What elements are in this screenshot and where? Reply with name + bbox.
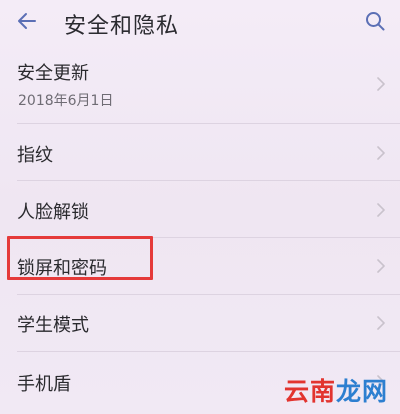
chevron-right-icon bbox=[377, 77, 385, 91]
watermark: 云南龙网 bbox=[284, 372, 388, 408]
search-icon bbox=[366, 12, 385, 31]
settings-list: 安全更新 2018年6月1日 指纹 人脸解锁 锁屏和密码 学生模式 手机盾 bbox=[0, 44, 400, 414]
watermark-part1: 云南 bbox=[283, 377, 336, 406]
list-item-face-unlock[interactable]: 人脸解锁 bbox=[0, 181, 400, 238]
list-item-security-update[interactable]: 安全更新 2018年6月1日 bbox=[0, 44, 400, 124]
list-item-fingerprint[interactable]: 指纹 bbox=[0, 124, 400, 181]
settings-screen: 安全和隐私 安全更新 2018年6月1日 指纹 人脸解锁 锁屏和密码 学生模式 … bbox=[0, 0, 400, 414]
item-label: 锁屏和密码 bbox=[17, 258, 107, 279]
item-label: 安全更新 bbox=[17, 63, 89, 84]
list-item-lock-screen-password[interactable]: 锁屏和密码 bbox=[0, 238, 400, 295]
item-sublabel: 2018年6月1日 bbox=[18, 93, 114, 109]
item-label: 手机盾 bbox=[17, 374, 71, 395]
chevron-right-icon bbox=[377, 146, 385, 160]
item-label: 指纹 bbox=[17, 145, 53, 166]
item-label: 人脸解锁 bbox=[17, 202, 89, 223]
page-title: 安全和隐私 bbox=[64, 14, 180, 39]
list-item-student-mode[interactable]: 学生模式 bbox=[0, 295, 400, 352]
back-arrow-icon bbox=[18, 13, 36, 29]
item-label: 学生模式 bbox=[17, 315, 89, 336]
chevron-right-icon bbox=[377, 203, 385, 217]
chevron-right-icon bbox=[377, 316, 385, 330]
search-button[interactable] bbox=[360, 6, 390, 36]
watermark-part2: 龙网 bbox=[335, 377, 388, 406]
back-button[interactable] bbox=[12, 6, 42, 36]
chevron-right-icon bbox=[377, 259, 385, 273]
app-header: 安全和隐私 bbox=[0, 0, 400, 44]
